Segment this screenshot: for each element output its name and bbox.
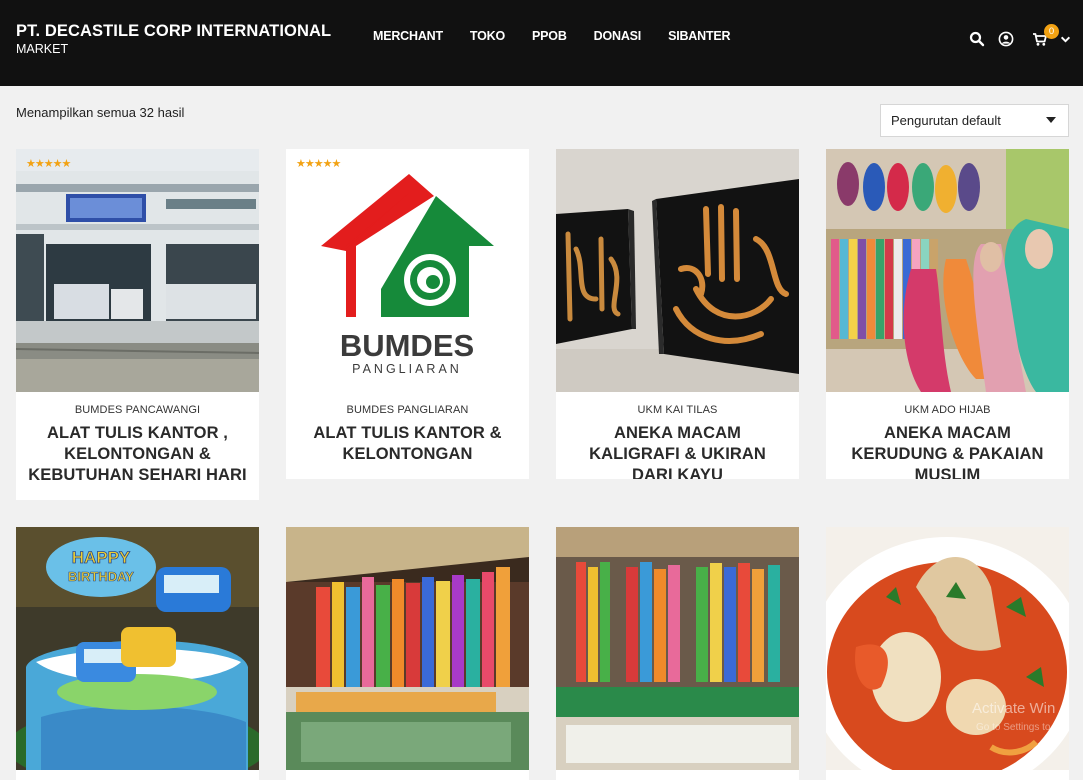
product-card[interactable]: UKM KAI TILAS ANEKA MACAM KALIGRAFI & UK… bbox=[556, 149, 799, 479]
product-card[interactable]: UKM ADO HIJAB ANEKA MACAM KERUDUNG & PAK… bbox=[826, 149, 1069, 479]
logo-subtext: PANGLIARAN bbox=[352, 362, 462, 376]
product-image[interactable] bbox=[556, 527, 799, 770]
caret-down-icon bbox=[1046, 117, 1056, 123]
chevron-down-icon[interactable] bbox=[1060, 34, 1071, 45]
product-title[interactable]: ALAT TULIS KANTOR & KELONTONGAN bbox=[298, 423, 517, 465]
watermark-subtext: Go to Settings to bbox=[976, 722, 1051, 733]
product-image[interactable] bbox=[556, 149, 799, 392]
main-nav: MERCHANT TOKO PPOB DONASI SIBANTER bbox=[373, 29, 757, 43]
product-image[interactable]: HAPPY BIRTHDAY bbox=[16, 527, 259, 770]
site-subtitle: MARKET bbox=[16, 42, 69, 56]
site-brand[interactable]: PT. DECASTILE CORP INTERNATIONAL MARKET bbox=[16, 21, 331, 57]
store-name[interactable]: UKM KAI TILAS bbox=[556, 404, 799, 416]
logo-text: BUMDES bbox=[340, 328, 474, 363]
product-title[interactable]: ANEKA MACAM KALIGRAFI & UKIRAN DARI KAYU bbox=[568, 423, 787, 479]
svg-text:BIRTHDAY: BIRTHDAY bbox=[68, 569, 134, 584]
product-title[interactable]: ANEKA MACAM KERUDUNG & PAKAIAN MUSLIM bbox=[838, 423, 1057, 479]
result-count: Menampilkan semua 32 hasil bbox=[16, 105, 185, 120]
product-card[interactable]: ★★★★★ BUMDES PANCAWANGI ALAT TULIS KANTO… bbox=[16, 149, 259, 500]
sort-select[interactable]: Pengurutan default bbox=[880, 104, 1069, 137]
product-card[interactable] bbox=[826, 527, 1069, 780]
nav-donasi[interactable]: DONASI bbox=[594, 29, 642, 43]
cart-count-badge: 0 bbox=[1044, 24, 1059, 39]
search-icon[interactable] bbox=[969, 31, 985, 47]
user-icon[interactable] bbox=[998, 31, 1014, 47]
product-card[interactable] bbox=[556, 527, 799, 780]
site-header: PT. DECASTILE CORP INTERNATIONAL MARKET … bbox=[0, 0, 1083, 86]
product-card[interactable]: BUMDES PANGLIARAN ★★★★★ BUMDES PANGLIARA… bbox=[286, 149, 529, 479]
product-image[interactable]: BUMDES PANGLIARAN ★★★★★ bbox=[286, 149, 529, 392]
store-name[interactable]: BUMDES PANCAWANGI bbox=[16, 404, 259, 416]
watermark-text: Activate Win bbox=[972, 700, 1056, 717]
site-title[interactable]: PT. DECASTILE CORP INTERNATIONAL bbox=[16, 21, 331, 41]
store-name[interactable]: BUMDES PANGLIARAN bbox=[286, 404, 529, 416]
nav-toko[interactable]: TOKO bbox=[470, 29, 505, 43]
product-card[interactable]: HAPPY BIRTHDAY bbox=[16, 527, 259, 780]
rating-stars: ★★★★★ bbox=[296, 158, 341, 170]
nav-merchant[interactable]: MERCHANT bbox=[373, 29, 443, 43]
rating-stars: ★★★★★ bbox=[26, 158, 71, 170]
svg-text:HAPPY: HAPPY bbox=[72, 548, 131, 567]
product-card[interactable] bbox=[286, 527, 529, 780]
sort-selected-label: Pengurutan default bbox=[891, 113, 1001, 128]
product-image[interactable] bbox=[826, 149, 1069, 392]
product-image[interactable] bbox=[286, 527, 529, 770]
product-image[interactable]: ★★★★★ bbox=[16, 149, 259, 392]
nav-ppob[interactable]: PPOB bbox=[532, 29, 567, 43]
product-image[interactable] bbox=[826, 527, 1069, 770]
store-name[interactable]: UKM ADO HIJAB bbox=[826, 404, 1069, 416]
product-title[interactable]: ALAT TULIS KANTOR , KELONTONGAN & KEBUTU… bbox=[28, 423, 247, 486]
nav-sibanter[interactable]: SIBANTER bbox=[668, 29, 730, 43]
